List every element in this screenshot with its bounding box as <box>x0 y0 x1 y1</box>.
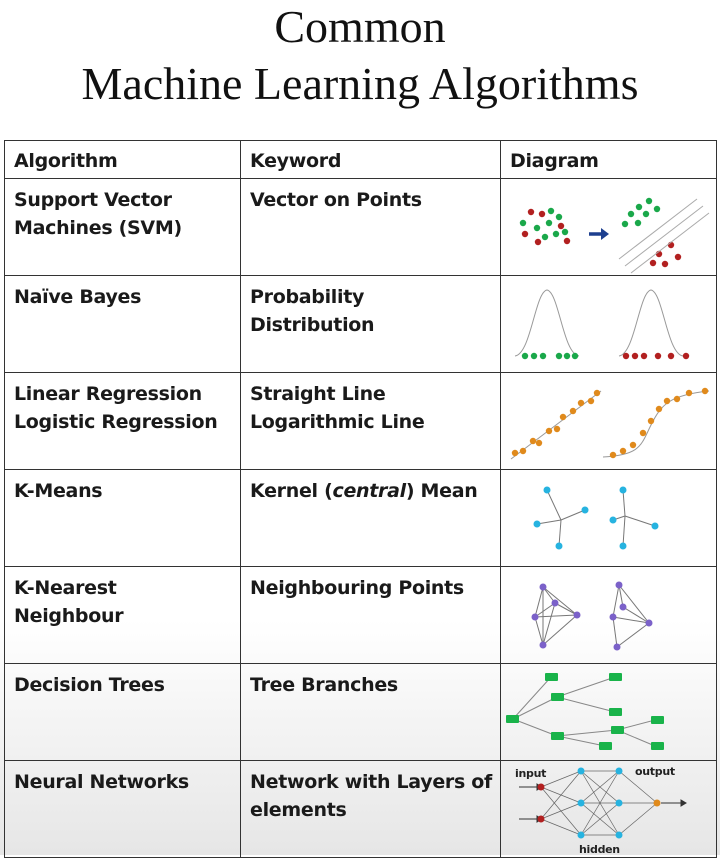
algorithm-text: K-Means <box>14 480 103 502</box>
svm-diagram <box>519 197 710 274</box>
decision-tree-diagram <box>506 673 664 750</box>
algorithm-cell: Decision Trees <box>4 663 241 761</box>
header-row: Algorithm Keyword Diagram <box>4 140 717 179</box>
title-line-1: Common <box>274 1 446 52</box>
keyword-part: Kernel ( <box>250 480 333 502</box>
algorithm-cell: K-Nearest Neighbour <box>4 566 241 664</box>
keyword-cell: Vector on Points <box>240 178 501 276</box>
knn-edges <box>534 584 650 648</box>
algorithm-cell: Linear Regression Logistic Regression <box>4 372 241 470</box>
distribution-curve <box>618 289 684 357</box>
nb-green-dots <box>521 352 579 360</box>
regression-orange-dots <box>511 387 709 459</box>
nn-input-label: input <box>515 767 546 780</box>
keyword-italic: central <box>332 480 406 502</box>
header-keyword: Keyword <box>240 140 501 179</box>
keyword-cell: Kernel (central) Mean <box>240 469 501 567</box>
keyword-text: Tree Branches <box>250 674 398 696</box>
diagram-cell <box>500 663 717 761</box>
naive-bayes-diagram <box>514 289 690 360</box>
nn-output-label: output <box>635 765 675 778</box>
keyword-cell: Probability Distribution <box>240 275 501 373</box>
algorithm-cell: K-Means <box>4 469 241 567</box>
diagram-cell <box>500 469 717 567</box>
keyword-text: Straight Line <box>250 383 386 405</box>
algorithm-text: Machines (SVM) <box>14 217 182 239</box>
table-row: Linear Regression Logistic Regression St… <box>4 372 717 470</box>
algorithm-text: Naïve Bayes <box>14 286 142 308</box>
algorithm-cell: Neural Networks <box>4 760 241 858</box>
tree-nodes <box>506 673 664 750</box>
diagram-cell: input output hidden <box>500 760 717 858</box>
header-diagram: Diagram <box>500 140 717 179</box>
knn-diagram <box>531 581 653 651</box>
keyword-text: Kernel (central) Mean <box>250 477 492 505</box>
table-row: Decision Trees Tree Branches <box>4 663 717 761</box>
table-row: K-Nearest Neighbour Neighbouring Points <box>4 566 717 664</box>
keyword-text: Network with Layers of <box>250 771 493 793</box>
algorithm-cell: Support Vector Machines (SVM) <box>4 178 241 276</box>
keyword-text: Vector on Points <box>250 189 422 211</box>
diagram-cell <box>500 372 717 470</box>
table-row: K-Means Kernel (central) Mean <box>4 469 717 567</box>
diagram-cell <box>500 566 717 664</box>
algorithm-text: Decision Trees <box>14 674 165 696</box>
tree-branches <box>512 676 656 747</box>
algorithm-text: K-Nearest Neighbour <box>14 577 124 627</box>
nn-output-node <box>653 799 661 807</box>
keyword-part: ) Mean <box>405 480 478 502</box>
algorithm-cell: Naïve Bayes <box>4 275 241 373</box>
keyword-text: elements <box>250 799 347 821</box>
diagram-cell <box>500 275 717 373</box>
keyword-cell: Neighbouring Points <box>240 566 501 664</box>
k-means-diagram <box>533 486 659 550</box>
algorithm-text: Support Vector <box>14 189 172 211</box>
algorithm-text: Linear Regression <box>14 383 202 405</box>
algorithm-text: Neural Networks <box>14 771 189 793</box>
kmeans-edges <box>536 489 656 547</box>
algorithms-table: Algorithm Keyword Diagram Support Vector… <box>4 140 717 858</box>
nn-edges <box>540 770 658 836</box>
keyword-text: Probability Distribution <box>250 286 375 336</box>
keyword-text: Logarithmic Line <box>250 411 425 433</box>
nn-hidden-label: hidden <box>579 843 620 856</box>
table-row: Naïve Bayes Probability Distribution <box>4 275 717 373</box>
logistic-curve <box>602 390 710 458</box>
keyword-text: Neighbouring Points <box>250 577 464 599</box>
algorithm-text: Logistic Regression <box>14 411 218 433</box>
keyword-cell: Network with Layers of elements <box>240 760 501 858</box>
distribution-curve <box>514 289 580 357</box>
table-row: Neural Networks Network with Layers of e… <box>4 760 717 858</box>
neural-network-diagram: input output hidden <box>515 765 687 856</box>
diagram-cell <box>500 178 717 276</box>
keyword-cell: Straight Line Logarithmic Line <box>240 372 501 470</box>
regression-diagram <box>510 387 710 460</box>
table-row: Support Vector Machines (SVM) Vector on … <box>4 178 717 276</box>
nn-input-nodes <box>537 783 545 823</box>
header-algorithm: Algorithm <box>4 140 241 179</box>
title-line-2: Machine Learning Algorithms <box>81 58 639 109</box>
svm-arrow-icon <box>589 228 609 240</box>
kmeans-points <box>533 486 659 550</box>
keyword-cell: Tree Branches <box>240 663 501 761</box>
